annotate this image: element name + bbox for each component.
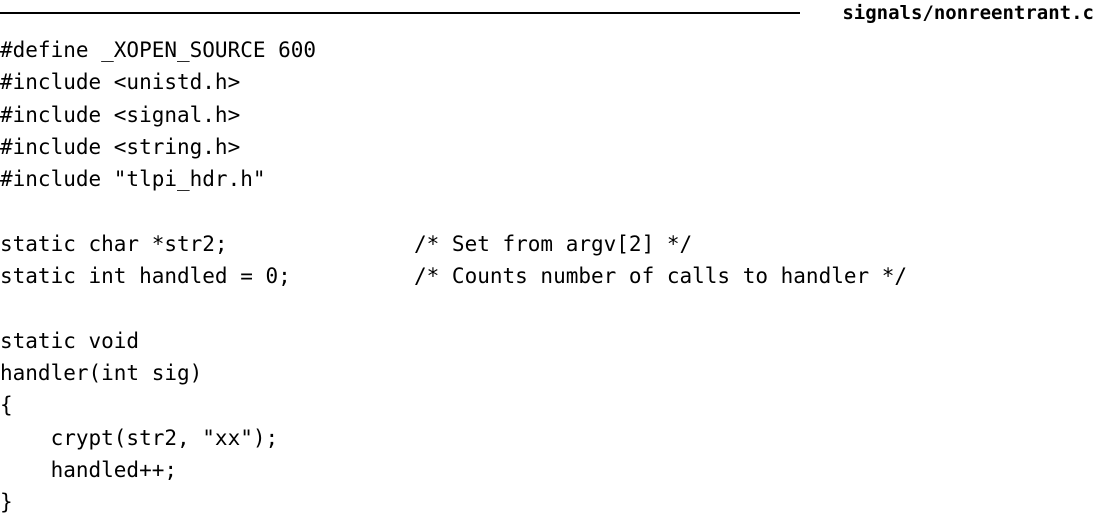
code-comment: /* Set from argv[2] */ bbox=[414, 231, 693, 256]
code-text: #include <signal.h> bbox=[0, 102, 241, 127]
code-line: static int handled = 0; /* Counts number … bbox=[0, 260, 1098, 292]
code-line: handler(int sig) bbox=[0, 357, 1098, 389]
code-line: #include <unistd.h> bbox=[0, 66, 1098, 98]
code-text: static int handled = 0; bbox=[0, 264, 291, 289]
header-rule bbox=[0, 12, 800, 14]
code-text: handled++; bbox=[0, 457, 178, 482]
code-text: handler(int sig) bbox=[0, 360, 203, 385]
code-text: crypt(str2, "xx"); bbox=[0, 425, 279, 450]
code-line: #include "tlpi_hdr.h" bbox=[0, 163, 1098, 195]
code-line: #include <signal.h> bbox=[0, 99, 1098, 131]
code-line: { bbox=[0, 389, 1098, 421]
code-line: static void bbox=[0, 325, 1098, 357]
code-text: } bbox=[0, 490, 13, 515]
code-line: #define _XOPEN_SOURCE 600 bbox=[0, 34, 1098, 66]
code-text: static void bbox=[0, 328, 140, 353]
code-line: crypt(str2, "xx"); bbox=[0, 422, 1098, 454]
code-text: #define _XOPEN_SOURCE 600 bbox=[0, 38, 317, 62]
code-text: static char *str2; bbox=[0, 231, 228, 256]
code-text: #include <string.h> bbox=[0, 134, 241, 159]
code-line: } bbox=[0, 486, 1098, 518]
listing-filename: signals/nonreentrant.c bbox=[842, 2, 1094, 24]
code-listing: #define _XOPEN_SOURCE 600 #include <unis… bbox=[0, 34, 1098, 518]
code-line: handled++; bbox=[0, 454, 1098, 486]
code-text: #include <unistd.h> bbox=[0, 70, 241, 95]
code-line: #include <string.h> bbox=[0, 131, 1098, 163]
listing-header: signals/nonreentrant.c bbox=[0, 0, 1098, 26]
code-line: static char *str2; /* Set from argv[2] */ bbox=[0, 228, 1098, 260]
code-text: #include "tlpi_hdr.h" bbox=[0, 167, 266, 192]
code-text: { bbox=[0, 393, 13, 418]
code-comment: /* Counts number of calls to handler */ bbox=[414, 264, 908, 289]
